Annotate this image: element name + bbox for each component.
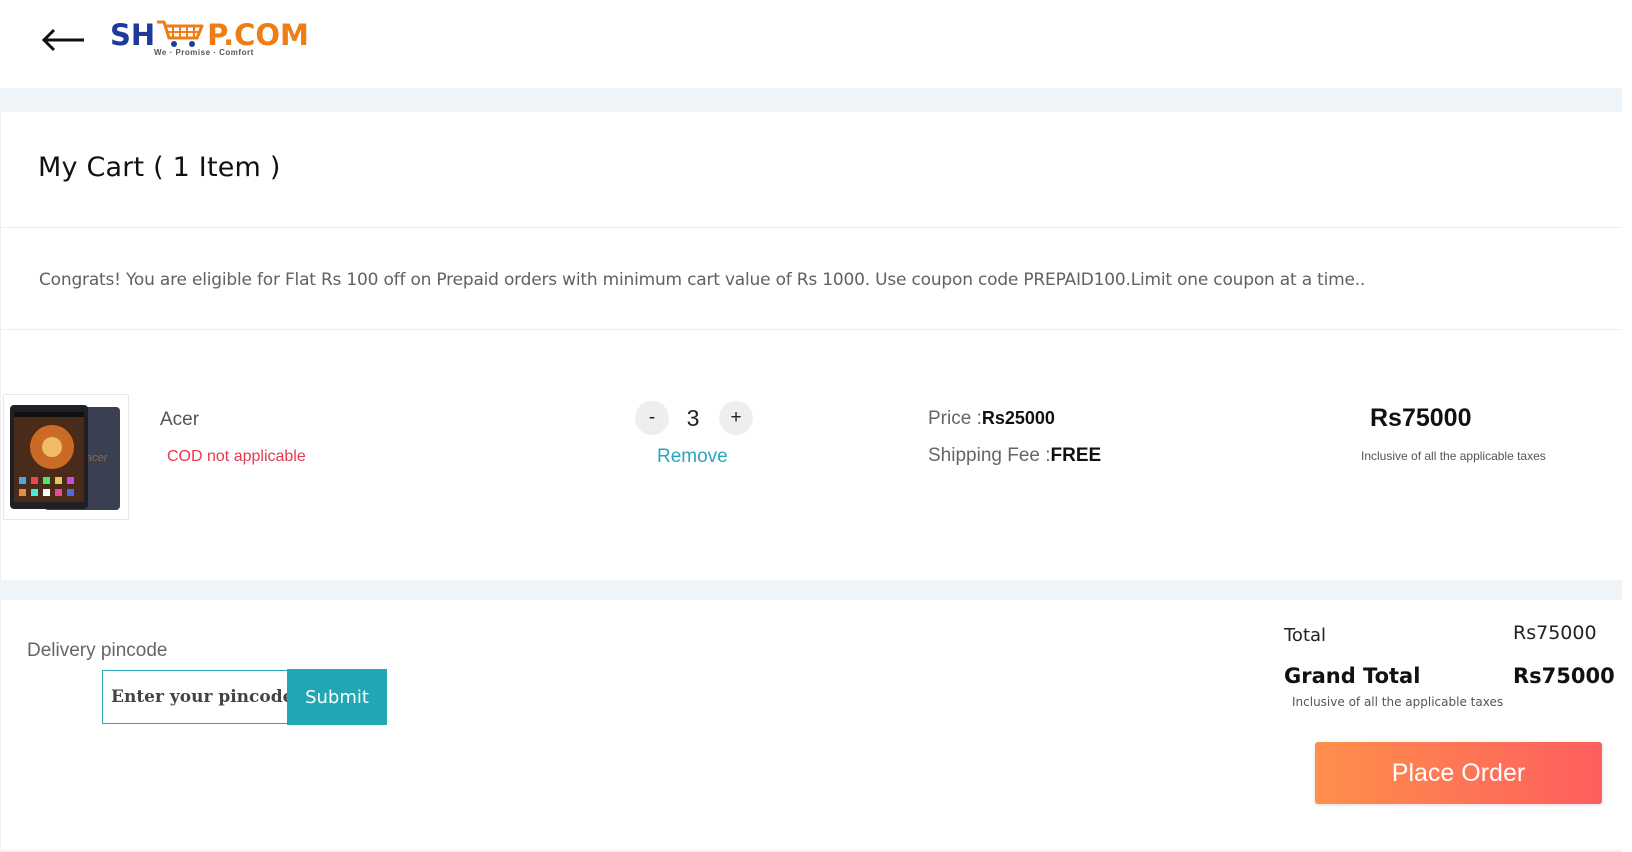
top-header: SH P.COM We · Promise · Comfort xyxy=(0,0,1632,88)
back-arrow-icon[interactable] xyxy=(40,20,88,60)
logo-left-text: SH xyxy=(110,18,156,52)
offer-banner: Congrats! You are eligible for Flat Rs 1… xyxy=(0,228,1632,330)
cart-item-row: acer Acer COD not applicable - 3 + Remov xyxy=(0,330,1632,580)
shopping-cart-icon xyxy=(155,19,207,49)
remove-item-link[interactable]: Remove xyxy=(657,446,728,468)
place-order-button[interactable]: Place Order xyxy=(1315,742,1602,804)
quantity-decrease-button[interactable]: - xyxy=(635,401,669,435)
product-brand[interactable]: Acer xyxy=(160,409,199,431)
checkout-footer: Delivery pincode Submit Total Rs75000 Gr… xyxy=(0,600,1632,852)
site-logo[interactable]: SH P.COM We · Promise · Comfort xyxy=(110,8,320,58)
cod-note: COD not applicable xyxy=(167,448,306,465)
page-title: My Cart ( 1 Item ) xyxy=(38,152,281,183)
grand-total-value: Rs75000 xyxy=(1513,664,1615,688)
item-line-total: Rs75000 xyxy=(1370,404,1472,432)
logo-wordmark: SH P.COM xyxy=(110,18,309,52)
price-label: Price : xyxy=(928,408,982,429)
delivery-pincode-label: Delivery pincode xyxy=(27,640,168,661)
quantity-increase-button[interactable]: + xyxy=(719,401,753,435)
shipping-value: FREE xyxy=(1050,445,1102,466)
pincode-input[interactable] xyxy=(102,670,287,724)
logo-tagline: We · Promise · Comfort xyxy=(154,48,254,57)
section-divider xyxy=(0,88,1632,112)
pincode-submit-button[interactable]: Submit xyxy=(287,669,387,725)
shipping-label: Shipping Fee : xyxy=(928,445,1051,466)
price-value: Rs25000 xyxy=(981,408,1055,428)
unit-price: Price :Rs25000 xyxy=(928,408,1055,430)
total-label: Total xyxy=(1284,625,1327,646)
svg-text:acer: acer xyxy=(86,452,109,464)
shipping-fee: Shipping Fee :FREE xyxy=(928,445,1101,467)
grand-total-tax-note: Inclusive of all the applicable taxes xyxy=(1292,695,1504,709)
offer-text: Congrats! You are eligible for Flat Rs 1… xyxy=(39,270,1366,290)
product-image[interactable]: acer xyxy=(3,394,129,520)
page-edge xyxy=(1622,0,1632,852)
logo-right-text: P.COM xyxy=(207,18,309,52)
cart-title-card: My Cart ( 1 Item ) xyxy=(0,112,1632,228)
quantity-value: 3 xyxy=(686,405,700,431)
total-value: Rs75000 xyxy=(1513,622,1597,644)
item-tax-note: Inclusive of all the applicable taxes xyxy=(1361,449,1546,463)
section-divider xyxy=(0,580,1632,600)
grand-total-label: Grand Total xyxy=(1284,664,1421,688)
